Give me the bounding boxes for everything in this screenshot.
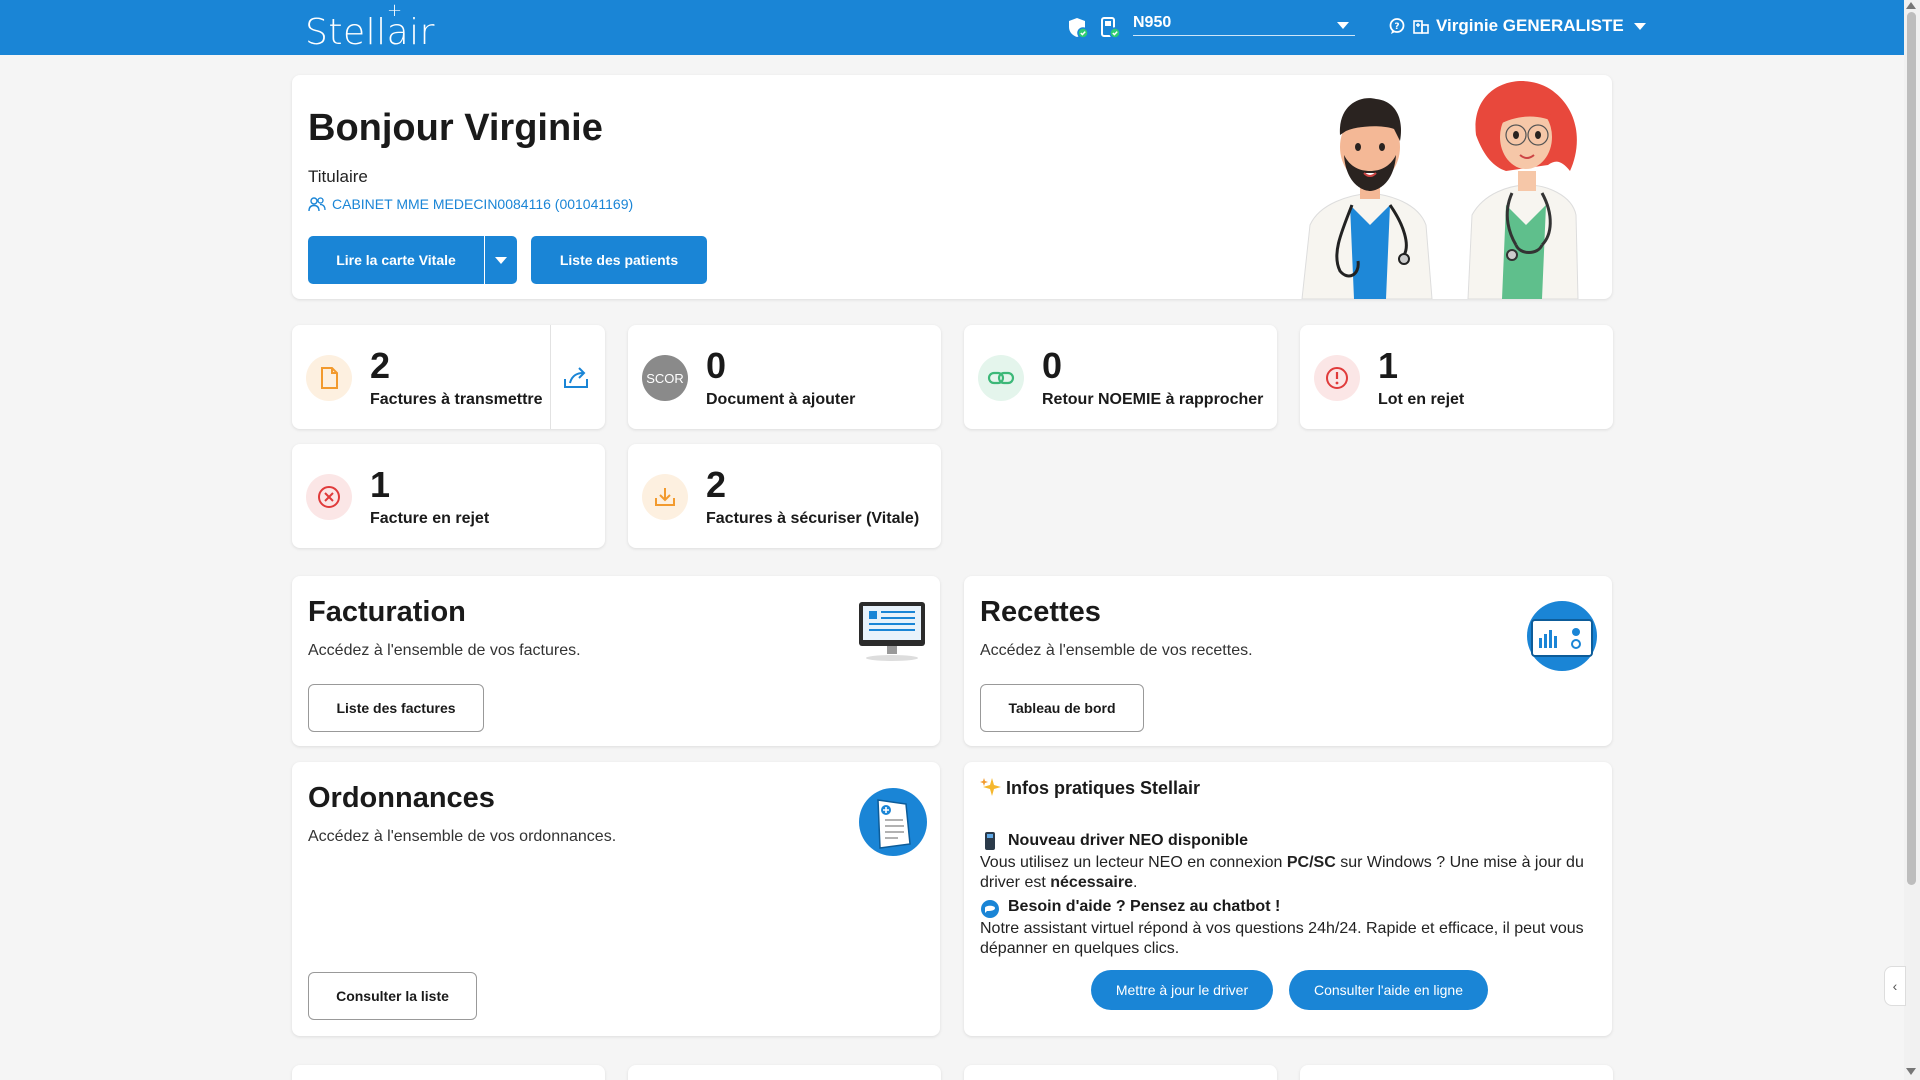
stat-label: Facture en rejet (370, 510, 490, 527)
stat-count: 1 (1378, 345, 1399, 386)
stat-invoice-rejected[interactable]: 1 Facture en rejet (292, 444, 605, 548)
analytics-tablet-icon (1527, 601, 1597, 671)
scroll-down-arrow-icon[interactable] (1906, 1068, 1916, 1075)
stat-count: 2 (370, 345, 391, 386)
users-icon (308, 197, 326, 212)
info-item-text: Vous utilisez un lecteur NEO en connexio… (980, 854, 1584, 891)
patient-list-button[interactable]: Liste des patients (531, 236, 707, 284)
update-driver-button[interactable]: Mettre à jour le driver (1091, 970, 1273, 1010)
dashboard-button[interactable]: Tableau de bord (980, 684, 1144, 732)
invoice-list-button[interactable]: Liste des factures (308, 684, 484, 732)
alert-circle-icon (1314, 355, 1360, 401)
top-bar: Stellair + N950 ? Virginie GENERALISTE (0, 0, 1904, 55)
side-panel-toggle-chevron-left-icon[interactable]: ‹ (1884, 966, 1906, 1006)
stat-invoices-to-secure[interactable]: 2 Factures à sécuriser (Vitale) (628, 444, 941, 548)
chat-help-icon[interactable]: ? (1388, 17, 1406, 35)
stat-label: Retour NOEMIE à rapprocher (1042, 391, 1264, 408)
cabinet-link[interactable]: CABINET MME MEDECIN0084116 (001041169) (308, 196, 633, 212)
svg-text:SCOR: SCOR (646, 371, 684, 386)
divider (550, 325, 551, 429)
consult-list-button[interactable]: Consulter la liste (308, 972, 477, 1020)
ordonnances-card: Ordonnances Accédez à l'ensemble de vos … (292, 762, 940, 1036)
scroll-up-arrow-icon[interactable] (1906, 2, 1916, 9)
chevron-down-icon (495, 257, 507, 264)
section-title: Facturation (308, 596, 466, 628)
stat-invoices-to-transmit[interactable]: 2 Factures à transmettre (292, 325, 605, 429)
read-vitale-card-button[interactable]: Lire la carte Vitale (308, 236, 484, 284)
stat-count: 1 (370, 464, 391, 505)
section-description: Accédez à l'ensemble de vos recettes. (980, 642, 1253, 659)
scor-icon: SCOR (642, 355, 688, 401)
logo-star-icon: + (387, 0, 403, 21)
stat-documents-to-add[interactable]: SCOR 0 Document à ajouter (628, 325, 941, 429)
chatbot-icon (981, 900, 999, 918)
doctors-illustration (1301, 81, 1579, 299)
section-title: Recettes (980, 596, 1101, 628)
section-description: Accédez à l'ensemble de vos factures. (308, 642, 581, 659)
infos-pratiques-card: Infos pratiques Stellair Nouveau driver … (964, 762, 1612, 1036)
user-menu[interactable]: ? Virginie GENERALISTE (1388, 16, 1646, 36)
chevron-down-icon (1633, 22, 1646, 30)
svg-text:?: ? (1394, 22, 1399, 32)
medical-building-icon (1413, 20, 1429, 34)
document-icon (306, 355, 352, 401)
stat-label: Factures à transmettre (370, 391, 543, 408)
info-item-text: Notre assistant virtuel répond à vos que… (980, 920, 1584, 957)
facturation-card: Facturation Accédez à l'ensemble de vos … (292, 576, 940, 746)
card-reader-icon[interactable] (1098, 16, 1122, 40)
card-reader-device-icon (985, 832, 995, 850)
bottom-card[interactable] (1300, 1065, 1613, 1080)
info-item-title: Nouveau driver NEO disponible (1008, 832, 1249, 849)
monitor-icon (859, 602, 925, 661)
stat-count: 2 (706, 464, 727, 505)
scrollbar-thumb[interactable] (1907, 12, 1916, 885)
vitale-options-dropdown[interactable] (485, 236, 517, 284)
section-title: Ordonnances (308, 782, 495, 814)
infos-title: Infos pratiques Stellair (1006, 778, 1201, 798)
stellair-logo[interactable]: Stellair + (305, 0, 435, 53)
stat-label: Lot en rejet (1378, 391, 1465, 408)
online-help-button[interactable]: Consulter l'aide en ligne (1289, 970, 1488, 1010)
chevron-down-icon (1337, 22, 1349, 29)
shield-check-icon[interactable] (1066, 16, 1090, 40)
welcome-card: Bonjour Virginie Titulaire CABINET MME M… (292, 75, 1612, 299)
stat-label: Factures à sécuriser (Vitale) (706, 510, 920, 527)
stat-label: Document à ajouter (706, 391, 856, 408)
prescription-icon (859, 788, 927, 856)
stat-batch-rejected[interactable]: 1 Lot en rejet (1300, 325, 1613, 429)
link-icon (978, 355, 1024, 401)
bottom-card[interactable] (628, 1065, 941, 1080)
user-role: Titulaire (308, 167, 368, 186)
card-reader-select[interactable]: N950 (1133, 14, 1355, 36)
cancel-circle-icon (306, 474, 352, 520)
welcome-greeting: Bonjour Virginie (308, 107, 603, 149)
transmit-upload-icon[interactable] (562, 363, 590, 391)
bottom-card[interactable] (292, 1065, 605, 1080)
recettes-card: Recettes Accédez à l'ensemble de vos rec… (964, 576, 1612, 746)
info-item-title: Besoin d'aide ? Pensez au chatbot ! (1008, 898, 1281, 915)
stat-count: 0 (706, 345, 727, 386)
stat-count: 0 (1042, 345, 1063, 386)
sparkles-icon (980, 778, 1001, 796)
bottom-card[interactable] (964, 1065, 1277, 1080)
section-description: Accédez à l'ensemble de vos ordonnances. (308, 828, 617, 845)
download-tray-icon (642, 474, 688, 520)
stat-noemie-returns[interactable]: 0 Retour NOEMIE à rapprocher (964, 325, 1277, 429)
